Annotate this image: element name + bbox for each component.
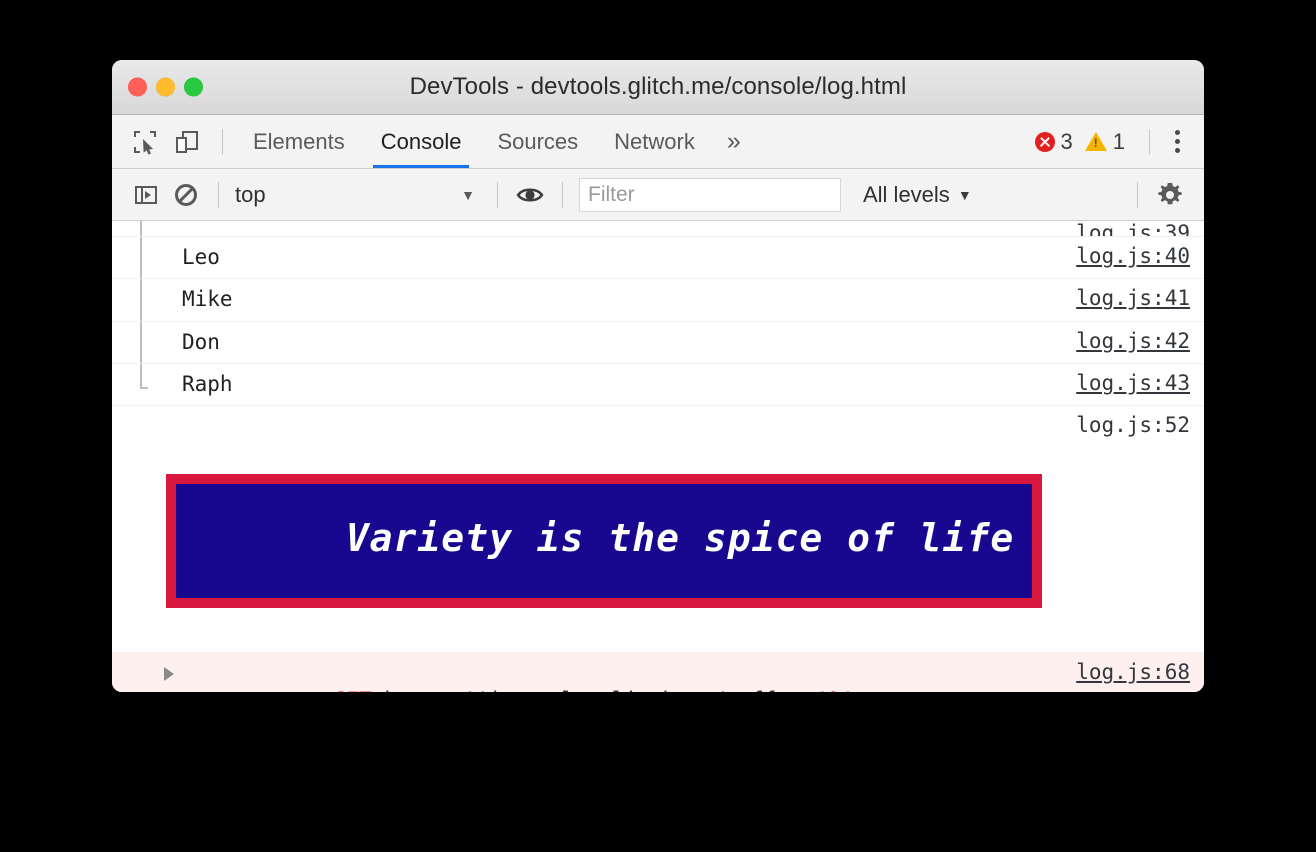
chevron-down-icon: ▼ [958, 187, 972, 203]
message-source-link[interactable]: log.js:42 [1066, 322, 1204, 360]
panel-tabs: Elements Console Sources Network » [235, 115, 755, 168]
live-expression-eye-icon[interactable] [510, 175, 550, 215]
console-toolbar-divider-2 [497, 182, 498, 208]
tabbar-right-controls: 3 1 [1035, 115, 1205, 168]
console-toolbar-right [1125, 169, 1204, 220]
console-message-styled-banner[interactable]: Variety is the spice of life log.js:52 [112, 406, 1204, 653]
message-gutter [112, 364, 164, 405]
request-method: GET [334, 688, 372, 692]
message-gutter [112, 279, 164, 320]
request-status: 404 [814, 688, 852, 692]
console-sidebar-icon[interactable] [126, 175, 166, 215]
maximize-window-button[interactable] [184, 78, 203, 97]
message-gutter [112, 221, 164, 236]
more-tabs-button[interactable]: » [713, 115, 755, 168]
warning-count-label: 1 [1113, 129, 1125, 155]
tab-network[interactable]: Network [596, 115, 713, 168]
message-source-link[interactable]: log.js:39 [1066, 221, 1204, 237]
console-message-network-error[interactable]: GET https://devtools.glitch.me/coffee 40… [112, 653, 1204, 692]
styled-banner-text: Variety is the spice of life [346, 516, 1015, 560]
filter-placeholder: Filter [588, 183, 635, 207]
window-titlebar: DevTools - devtools.glitch.me/console/lo… [112, 60, 1204, 115]
message-text: Mike [164, 279, 1066, 320]
warning-count-badge[interactable]: 1 [1085, 129, 1125, 155]
message-gutter [112, 653, 164, 692]
close-window-button[interactable] [128, 78, 147, 97]
console-toolbar-divider-4 [1137, 182, 1138, 208]
error-icon [1035, 132, 1055, 152]
chevron-down-icon: ▼ [461, 187, 475, 203]
message-text: Raph [164, 364, 1066, 405]
error-count-label: 3 [1061, 129, 1073, 155]
message-text: Leo [164, 237, 1066, 278]
console-toolbar: top ▼ Filter All levels ▼ [112, 169, 1204, 221]
error-count-badge[interactable]: 3 [1035, 129, 1073, 155]
screen: DevTools - devtools.glitch.me/console/lo… [0, 0, 1316, 852]
filter-input[interactable]: Filter [579, 178, 841, 212]
kebab-menu-icon[interactable] [1162, 130, 1192, 153]
execution-context-selector[interactable]: top ▼ [231, 182, 485, 208]
log-level-value: All levels [863, 182, 950, 208]
console-message-raph[interactable]: Raph log.js:43 [112, 364, 1204, 406]
message-source-link[interactable]: log.js:43 [1066, 364, 1204, 402]
console-toolbar-divider-1 [218, 182, 219, 208]
message-text: Don [164, 322, 1066, 363]
tabbar-divider [1149, 129, 1150, 155]
execution-context-value: top [235, 182, 266, 208]
window-controls [128, 78, 203, 97]
tab-sources[interactable]: Sources [479, 115, 596, 168]
message-text: GET https://devtools.glitch.me/coffee 40… [164, 653, 1066, 692]
message-gutter [112, 322, 164, 363]
message-source-link[interactable]: log.js:68 [1066, 653, 1204, 691]
console-toolbar-divider-3 [562, 182, 563, 208]
message-gutter [112, 406, 164, 652]
message-source-link[interactable]: log.js:41 [1066, 279, 1204, 317]
devtools-window: DevTools - devtools.glitch.me/console/lo… [112, 60, 1204, 692]
message-source-link[interactable]: log.js:52 [1066, 406, 1204, 444]
settings-gear-icon[interactable] [1150, 175, 1190, 215]
clear-console-icon[interactable] [166, 175, 206, 215]
device-toolbar-icon[interactable] [168, 123, 206, 161]
inspect-element-icon[interactable] [126, 123, 164, 161]
console-message-leo[interactable]: Leo log.js:40 [112, 237, 1204, 279]
devtools-tabbar: Elements Console Sources Network » 3 1 [112, 115, 1204, 169]
tab-elements[interactable]: Elements [235, 115, 363, 168]
styled-banner-box: Variety is the spice of life [166, 474, 1042, 608]
toolbar-divider [222, 129, 223, 155]
console-message-don[interactable]: Don log.js:42 [112, 322, 1204, 364]
request-url[interactable]: https://devtools.glitch.me/coffee [384, 688, 801, 692]
log-level-selector[interactable]: All levels ▼ [863, 182, 972, 208]
console-message-partial[interactable]: log.js:39 [112, 221, 1204, 237]
message-gutter [112, 237, 164, 278]
message-styled-body: Variety is the spice of life [164, 406, 1066, 652]
window-title: DevTools - devtools.glitch.me/console/lo… [112, 73, 1204, 101]
tab-console[interactable]: Console [363, 115, 480, 168]
minimize-window-button[interactable] [156, 78, 175, 97]
console-message-mike[interactable]: Mike log.js:41 [112, 279, 1204, 321]
expand-arrow-icon[interactable] [164, 667, 174, 681]
warning-icon [1085, 132, 1107, 151]
console-message-list[interactable]: log.js:39 Leo log.js:40 Mike log.js:41 D… [112, 221, 1204, 692]
message-source-link[interactable]: log.js:40 [1066, 237, 1204, 275]
message-text [164, 221, 1066, 235]
